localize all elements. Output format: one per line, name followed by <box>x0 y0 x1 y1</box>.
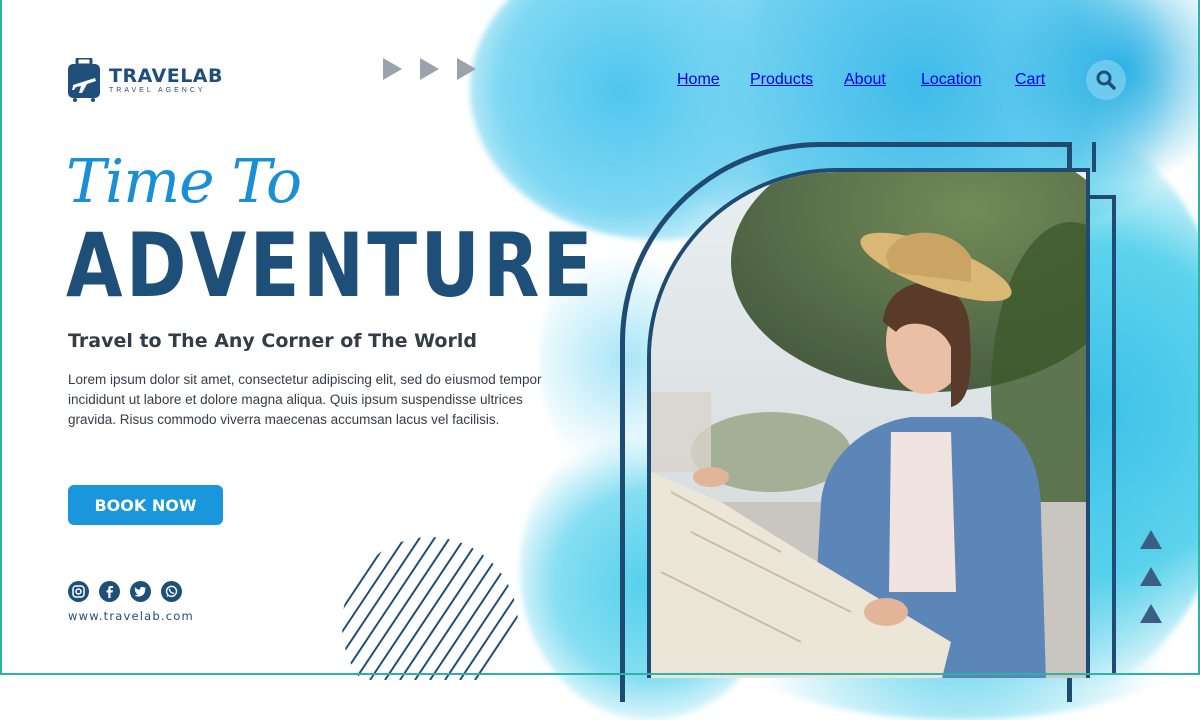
hero-title: ADVENTURE <box>66 214 596 317</box>
photo-frame-outline <box>1090 195 1116 675</box>
nav-home[interactable]: Home <box>677 71 720 89</box>
nav-location[interactable]: Location <box>921 71 982 89</box>
decorative-arrows <box>383 58 476 80</box>
play-arrow-icon <box>457 58 476 80</box>
triangle-decoration <box>1140 530 1162 549</box>
search-icon <box>1096 70 1116 90</box>
hero-subtitle: Travel to The Any Corner of The World <box>68 330 477 352</box>
website-url[interactable]: www.travelab.com <box>68 609 194 623</box>
play-arrow-icon <box>420 58 439 80</box>
instagram-icon[interactable] <box>68 581 89 602</box>
search-button[interactable] <box>1086 60 1126 100</box>
traveler-woman-with-map-image <box>651 172 1086 678</box>
triangle-decoration <box>1140 604 1162 623</box>
triangle-decoration <box>1140 567 1162 586</box>
nav-cart[interactable]: Cart <box>1015 71 1045 89</box>
suitcase-plane-icon <box>68 58 100 102</box>
hero-script-title: Time To <box>66 147 302 217</box>
twitter-icon[interactable] <box>130 581 151 602</box>
book-now-button[interactable]: BOOK NOW <box>68 485 223 525</box>
striped-circle-decoration <box>342 537 518 680</box>
brand-name: TRAVELAB <box>109 65 223 87</box>
brand-tagline: TRAVEL AGENCY <box>109 87 206 94</box>
brand-logo[interactable]: TRAVELAB TRAVEL AGENCY <box>67 58 223 102</box>
facebook-icon[interactable] <box>99 581 120 602</box>
hero-photo <box>647 168 1090 678</box>
nav-about[interactable]: About <box>844 71 886 89</box>
social-links <box>68 581 182 602</box>
hero-description: Lorem ipsum dolor sit amet, consectetur … <box>68 372 542 427</box>
whatsapp-icon[interactable] <box>161 581 182 602</box>
nav-products[interactable]: Products <box>750 71 813 89</box>
play-arrow-icon <box>383 58 402 80</box>
